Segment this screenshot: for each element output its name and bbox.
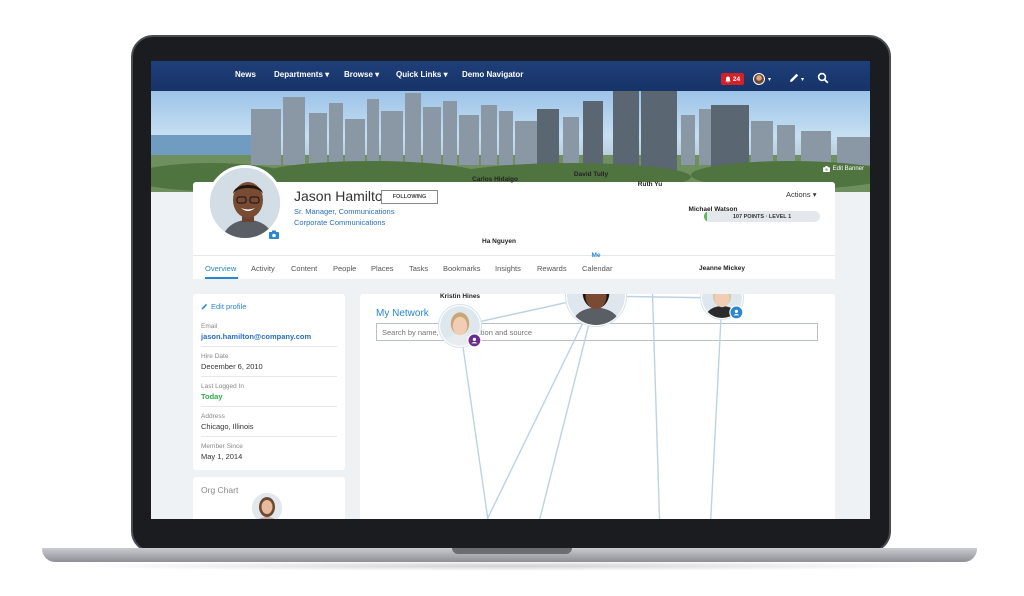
edit-profile-link[interactable]: Edit profile — [201, 302, 246, 311]
tab-tasks[interactable]: Tasks — [409, 264, 428, 273]
network-connection-line — [710, 297, 723, 519]
tab-people[interactable]: People — [333, 264, 356, 273]
following-button[interactable]: FOLLOWING — [381, 190, 438, 204]
network-connection-line — [651, 294, 661, 519]
org-chart-title: Org Chart — [201, 485, 239, 495]
email-label: Email — [201, 323, 218, 330]
actions-dropdown[interactable]: Actions ▾ — [786, 190, 816, 199]
nav-departments[interactable]: Departments ▾ — [274, 70, 329, 79]
search-icon[interactable] — [817, 72, 829, 84]
profile-job-title[interactable]: Sr. Manager, Communications — [294, 207, 394, 216]
camera-icon — [822, 166, 830, 172]
network-connection-line — [486, 295, 597, 519]
laptop-notch — [452, 548, 572, 554]
points-progress-bar: 107 POINTS · LEVEL 1 — [704, 211, 820, 222]
address-value: Chicago, Illinois — [201, 422, 254, 431]
hire-date-label: Hire Date — [201, 353, 229, 360]
network-node-ha-nguyen[interactable] — [478, 294, 521, 301]
network-node-kristin-hines[interactable] — [438, 304, 482, 357]
network-connection-line — [539, 295, 597, 519]
org-chart-manager-avatar[interactable] — [250, 491, 284, 519]
user-avatar[interactable] — [753, 73, 765, 85]
address-label: Address — [201, 413, 225, 420]
hire-date-value: December 6, 2010 — [201, 362, 263, 371]
change-photo-camera-icon[interactable] — [269, 230, 279, 239]
tab-places[interactable]: Places — [371, 264, 394, 273]
network-node-me[interactable] — [565, 294, 627, 340]
chevron-down-icon[interactable]: ▾ — [768, 76, 771, 83]
active-tab-indicator — [205, 277, 238, 279]
org-chart-card: Org Chart — [193, 477, 345, 519]
bell-icon — [725, 76, 731, 82]
profile-name: Jason Hamilton — [294, 188, 391, 204]
profile-tabs: Overview Activity Content People Places … — [193, 255, 835, 279]
my-network-card: My Network — [360, 294, 835, 519]
last-logged-label: Last Logged In — [201, 383, 245, 390]
pencil-icon — [201, 303, 208, 310]
divider — [201, 436, 337, 437]
points-label: 107 POINTS · LEVEL 1 — [732, 213, 792, 220]
divider — [201, 376, 337, 377]
member-since-label: Member Since — [201, 443, 243, 450]
profile-department[interactable]: Corporate Communications — [294, 218, 385, 227]
chevron-down-icon[interactable]: ▾ — [801, 76, 804, 83]
pencil-icon[interactable] — [788, 72, 800, 84]
tab-insights[interactable]: Insights — [495, 264, 521, 273]
member-since-value: May 1, 2014 — [201, 452, 243, 461]
tab-activity[interactable]: Activity — [251, 264, 275, 273]
edit-banner-button[interactable]: Edit Banner — [822, 166, 864, 172]
profile-info-card: Edit profile Email jason.hamilton@compan… — [193, 294, 345, 470]
nav-demo-navigator[interactable]: Demo Navigator — [462, 70, 523, 79]
nav-news[interactable]: News — [235, 70, 256, 79]
email-link[interactable]: jason.hamilton@company.com — [201, 332, 311, 341]
top-navbar: News Departments ▾ Browse ▾ Quick Links … — [151, 61, 870, 91]
nav-browse[interactable]: Browse ▾ — [344, 70, 379, 79]
network-node-jeanne-mickey[interactable] — [700, 294, 744, 328]
laptop-shadow — [60, 561, 960, 571]
nav-quick-links[interactable]: Quick Links ▾ — [396, 70, 448, 79]
divider — [201, 406, 337, 407]
network-graph[interactable] — [360, 294, 835, 519]
tab-rewards[interactable]: Rewards — [537, 264, 567, 273]
notification-count: 24 — [732, 75, 741, 83]
person-portrait — [252, 493, 282, 519]
last-logged-value: Today — [201, 392, 223, 401]
divider — [201, 346, 337, 347]
tab-calendar[interactable]: Calendar — [582, 264, 612, 273]
notifications-button[interactable]: 24 — [721, 73, 744, 85]
tab-bookmarks[interactable]: Bookmarks — [443, 264, 481, 273]
tab-content[interactable]: Content — [291, 264, 317, 273]
network-connection-line — [459, 325, 489, 519]
tab-overview[interactable]: Overview — [205, 264, 236, 273]
app-screen: News Departments ▾ Browse ▾ Quick Links … — [151, 61, 870, 519]
